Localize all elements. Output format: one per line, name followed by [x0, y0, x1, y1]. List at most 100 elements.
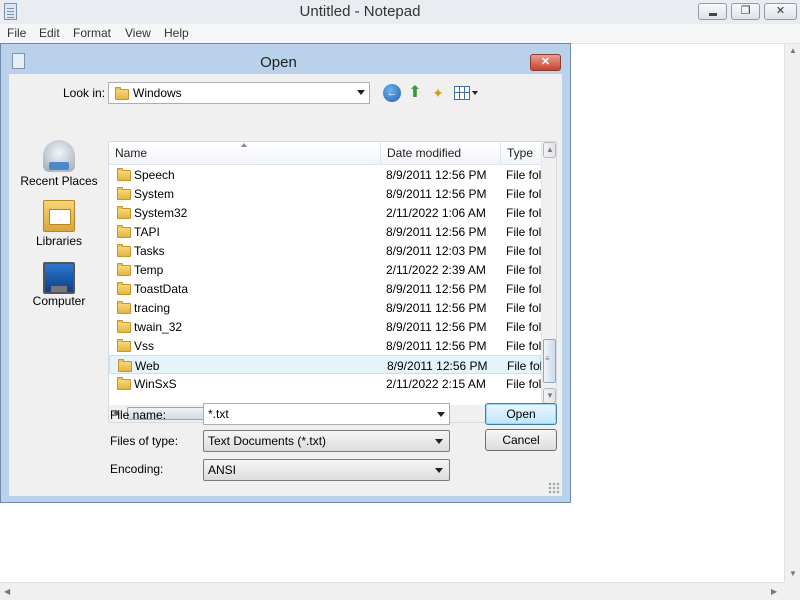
editor-vertical-scrollbar[interactable]: ▲ ▼ — [784, 44, 800, 582]
date-modified-cell: 2/11/2022 2:39 AM — [386, 263, 486, 277]
file-name-cell: System32 — [134, 206, 188, 220]
type-cell: File fol — [506, 168, 542, 182]
type-cell: File fol — [506, 225, 542, 239]
resize-grip-icon[interactable] — [548, 482, 560, 494]
window-title: Untitled - Notepad — [299, 3, 421, 20]
place-libraries[interactable]: Libraries — [9, 200, 109, 248]
file-row[interactable]: System 8/9/2011 12:56 PM File fol — [109, 184, 541, 203]
file-row[interactable]: ToastData 8/9/2011 12:56 PM File fol — [109, 279, 541, 298]
encoding-value: ANSI — [208, 463, 237, 477]
file-row[interactable]: Web 8/9/2011 12:56 PM File fol — [109, 355, 542, 374]
editor-horizontal-scrollbar[interactable]: ◀ ▶ — [0, 582, 784, 600]
file-row[interactable]: System32 2/11/2022 1:06 AM File fol — [109, 203, 541, 222]
scroll-up-arrow-icon[interactable]: ▲ — [789, 46, 797, 55]
open-dialog: Open ✕ Look in: Windows ← ⬆ ✦ Recent Pla… — [0, 43, 571, 503]
date-modified-cell: 8/9/2011 12:56 PM — [386, 225, 487, 239]
folder-icon — [115, 87, 129, 100]
new-folder-button[interactable]: ✦ — [429, 84, 447, 102]
file-name-cell: Vss — [134, 339, 155, 353]
file-name-input[interactable]: *.txt — [203, 403, 450, 425]
type-cell: File fol — [506, 244, 542, 258]
date-modified-cell: 2/11/2022 1:06 AM — [386, 206, 486, 220]
folder-icon — [117, 206, 131, 219]
date-modified-cell: 8/9/2011 12:56 PM — [387, 359, 488, 373]
scroll-left-arrow-icon[interactable]: ◀ — [4, 587, 10, 596]
chevron-down-icon — [357, 90, 365, 95]
libraries-icon — [43, 200, 75, 232]
date-modified-cell: 2/11/2022 2:15 AM — [386, 377, 486, 391]
view-menu-button[interactable] — [454, 86, 470, 100]
date-modified-cell: 8/9/2011 12:03 PM — [386, 244, 487, 258]
file-row[interactable]: Tasks 8/9/2011 12:03 PM File fol — [109, 241, 541, 260]
folder-icon — [117, 301, 131, 314]
place-label: Computer — [32, 294, 86, 308]
chevron-down-icon[interactable] — [437, 412, 445, 417]
chevron-down-icon — [435, 468, 443, 473]
menu-format[interactable]: Format — [73, 26, 111, 40]
file-row[interactable]: TAPI 8/9/2011 12:56 PM File fol — [109, 222, 541, 241]
place-computer[interactable]: Computer — [9, 260, 109, 308]
encoding-label: Encoding: — [110, 462, 164, 476]
type-cell: File fol — [506, 187, 542, 201]
minimize-button[interactable] — [698, 3, 727, 20]
file-name-cell: TAPI — [134, 225, 160, 239]
file-row[interactable]: twain_32 8/9/2011 12:56 PM File fol — [109, 317, 541, 336]
menu-file[interactable]: File — [7, 26, 26, 40]
folder-icon — [117, 320, 131, 333]
scroll-down-arrow-icon[interactable]: ▼ — [789, 569, 797, 578]
dialog-close-button[interactable]: ✕ — [530, 54, 561, 71]
files-of-type-value: Text Documents (*.txt) — [208, 434, 327, 448]
file-name-cell: tracing — [134, 301, 171, 315]
file-name-cell: WinSxS — [134, 377, 177, 391]
type-cell: File fol — [506, 377, 542, 391]
file-row[interactable]: Temp 2/11/2022 2:39 AM File fol — [109, 260, 541, 279]
column-date-modified[interactable]: Date modified — [381, 142, 501, 164]
scroll-right-arrow-icon[interactable]: ▶ — [771, 587, 777, 596]
file-name-cell: Tasks — [134, 244, 165, 258]
up-folder-button[interactable]: ⬆ — [406, 84, 424, 102]
file-row[interactable]: tracing 8/9/2011 12:56 PM File fol — [109, 298, 541, 317]
scrollbar-corner — [784, 582, 800, 600]
chevron-down-icon — [435, 439, 443, 444]
menu-view[interactable]: View — [125, 26, 151, 40]
cancel-button[interactable]: Cancel — [485, 429, 557, 451]
menu-edit[interactable]: Edit — [39, 26, 60, 40]
column-type[interactable]: Type — [501, 142, 541, 164]
type-cell: File fol — [506, 301, 542, 315]
folder-icon — [117, 263, 131, 276]
back-button[interactable]: ← — [383, 84, 401, 102]
menu-help[interactable]: Help — [164, 26, 189, 40]
file-row[interactable]: Speech 8/9/2011 12:56 PM File fol — [109, 165, 541, 184]
date-modified-cell: 8/9/2011 12:56 PM — [386, 320, 487, 334]
recent-places-icon — [43, 140, 75, 172]
folder-icon — [117, 339, 131, 352]
files-of-type-select[interactable]: Text Documents (*.txt) — [203, 430, 450, 452]
file-name-cell: Temp — [134, 263, 164, 277]
menu-bar: File Edit Format View Help — [0, 24, 800, 44]
file-name-label: File name: — [110, 408, 167, 422]
file-name-cell: System — [134, 187, 175, 201]
file-name-cell: Web — [135, 359, 160, 373]
place-recent-places[interactable]: Recent Places — [9, 140, 109, 188]
look-in-label: Look in: — [63, 86, 106, 100]
look-in-combobox[interactable]: Windows — [108, 82, 370, 104]
view-menu-chevron-icon[interactable] — [472, 91, 478, 95]
encoding-select[interactable]: ANSI — [203, 459, 450, 481]
file-row[interactable]: WinSxS 2/11/2022 2:15 AM File fol — [109, 374, 541, 393]
file-name-cell: ToastData — [134, 282, 189, 296]
open-button[interactable]: Open — [485, 403, 557, 425]
computer-icon — [43, 262, 75, 294]
maximize-button[interactable]: ❐ — [731, 3, 760, 20]
file-name-cell: Speech — [134, 168, 175, 182]
type-cell: File fol — [506, 339, 542, 353]
file-list-vertical-scrollbar[interactable]: ▲ ≡ ▼ — [541, 142, 556, 404]
file-row[interactable]: Vss 8/9/2011 12:56 PM File fol — [109, 336, 541, 355]
grip-icon: ≡ — [545, 354, 550, 363]
file-name-cell: twain_32 — [134, 320, 183, 334]
date-modified-cell: 8/9/2011 12:56 PM — [386, 168, 487, 182]
close-button[interactable]: ✕ — [764, 3, 797, 20]
type-cell: File fol — [506, 282, 542, 296]
date-modified-cell: 8/9/2011 12:56 PM — [386, 339, 487, 353]
file-name-value: *.txt — [208, 407, 229, 421]
type-cell: File fol — [506, 206, 542, 220]
